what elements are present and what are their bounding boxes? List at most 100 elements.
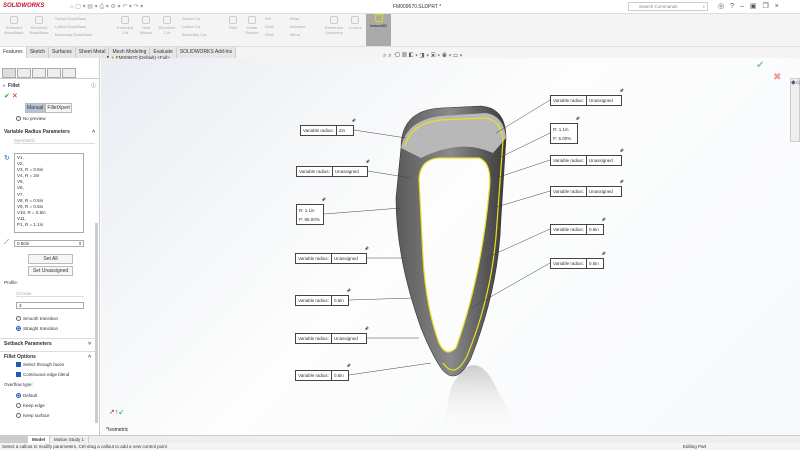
help-icon[interactable]: ⓘ xyxy=(91,82,96,89)
keep-edge-radio[interactable] xyxy=(16,403,21,408)
variable-radius-callout[interactable]: Variable radius: 2in xyxy=(300,125,354,136)
radius-input[interactable]: 0.50in ⇕ xyxy=(14,240,84,247)
pin-icon[interactable]: 📌 xyxy=(575,116,580,121)
variable-radius-section-header[interactable]: Variable Radius Parameters ˄ xyxy=(0,127,99,137)
instant3d-button[interactable]: Instant3D xyxy=(366,14,391,46)
panel-scrollbar[interactable] xyxy=(95,223,98,423)
reference-geometry-button[interactable]: Reference Geometry xyxy=(322,16,346,35)
variable-radius-callout[interactable]: Variable radius: Unassigned xyxy=(296,166,368,177)
smooth-transition-radio[interactable] xyxy=(16,316,21,321)
instances-input[interactable]: 3 xyxy=(16,302,84,309)
filletxpert-tab[interactable]: FilletXpert xyxy=(45,103,72,113)
revolved-cut-button[interactable]: Revolved Cut xyxy=(157,16,177,35)
callout-radius: R: 1.1in xyxy=(299,208,315,213)
callout-value[interactable]: Unassigned xyxy=(587,96,615,105)
display-manager-tab[interactable] xyxy=(62,68,76,78)
fillet-options-section-header[interactable]: Fillet Options ˄ xyxy=(0,351,95,362)
vertex-list-item[interactable]: P1, R = 1.1in xyxy=(17,222,81,228)
variable-radius-callout[interactable]: Variable radius: Unassigned xyxy=(550,186,622,197)
keep-surface-radio[interactable] xyxy=(16,413,21,418)
tab-sheet-metal[interactable]: Sheet Metal xyxy=(75,47,110,58)
pin-icon[interactable]: 📌 xyxy=(351,118,356,123)
straight-transition-radio[interactable] xyxy=(16,326,21,331)
callout-value[interactable]: Unassigned xyxy=(587,187,615,196)
variable-radius-callout[interactable]: Variable radius: Unassigned xyxy=(295,333,367,344)
pin-icon[interactable]: 📌 xyxy=(619,88,624,93)
set-unassigned-button[interactable]: Set Unassigned xyxy=(28,266,73,276)
window-controls[interactable]: ◎?–▣❐× xyxy=(718,2,785,10)
tab-motion-study[interactable]: Motion Study 1 xyxy=(49,436,90,443)
extruded-boss-button[interactable]: Extruded Boss/Base xyxy=(3,16,25,35)
pin-icon[interactable]: 📌 xyxy=(364,326,369,331)
select-through-faces-checkbox[interactable] xyxy=(16,362,21,367)
pin-icon[interactable]: 📌 xyxy=(365,159,370,164)
callout-value[interactable]: 0.5in xyxy=(587,225,601,234)
pin-icon[interactable]: 📌 xyxy=(619,148,624,153)
callout-value[interactable]: Unassigned xyxy=(587,156,615,165)
callout-radius: R: 1.1in xyxy=(553,127,569,132)
continuous-edge-blend-checkbox[interactable] xyxy=(16,372,21,377)
tab-surfaces[interactable]: Surfaces xyxy=(49,47,76,58)
graphics-viewport[interactable]: ▸ ● FM009670 (Default) <Full> ⌕⌕⟲▤◧▾◨▾▣▾◉▾… xyxy=(101,53,800,435)
callout-value[interactable]: Unassigned xyxy=(333,167,361,176)
pin-icon[interactable]: 📌 xyxy=(619,179,624,184)
default-radio[interactable] xyxy=(16,393,21,398)
callout-value[interactable]: 0.5in xyxy=(332,371,346,380)
tab-sketch[interactable]: Sketch xyxy=(26,47,50,58)
callout-value[interactable]: Unassigned xyxy=(332,254,360,263)
pin-icon[interactable]: 📌 xyxy=(601,217,606,222)
callout-value[interactable]: 0.5in xyxy=(332,296,346,305)
property-manager: ◐ Fillet ⓘ ✔ ✕ Manual FilletXpert No previe… xyxy=(0,58,100,435)
cancel-icon[interactable]: ✕ xyxy=(12,92,18,100)
control-point-callout[interactable]: R: 1.1in P: 5.00% xyxy=(550,123,578,144)
fillet-button[interactable]: Fillet xyxy=(225,16,241,30)
pin-icon[interactable]: 📌 xyxy=(601,251,606,256)
search-commands-input[interactable]: Search Commands ⌕ xyxy=(628,2,708,11)
document-title: FM009670.SLDPRT * xyxy=(393,4,442,10)
revolved-boss-button[interactable]: Revolved Boss/Base xyxy=(28,16,50,35)
ok-icon[interactable]: ✔ xyxy=(4,92,10,100)
tab-model[interactable]: Model xyxy=(28,436,49,443)
callout-value[interactable]: Unassigned xyxy=(332,334,360,343)
hole-wizard-button[interactable]: Hole Wizard xyxy=(136,16,156,35)
callout-value[interactable]: 2in xyxy=(337,126,347,135)
callout-label: Variable radius: xyxy=(296,296,332,305)
property-manager-tab[interactable] xyxy=(17,68,31,78)
feature-manager-tab[interactable] xyxy=(2,68,16,78)
variable-radius-callout[interactable]: Variable radius: 0.5in xyxy=(295,295,349,306)
set-all-button[interactable]: Set All xyxy=(28,254,73,264)
curves-button[interactable]: Curves xyxy=(347,16,363,30)
variable-radius-callout[interactable]: Variable radius: Unassigned xyxy=(550,95,622,106)
pin-icon[interactable]: 📌 xyxy=(346,363,351,368)
boss-list[interactable]: Swept Boss/Base Lofted Boss/Base Boundary … xyxy=(55,16,105,37)
configuration-manager-tab[interactable] xyxy=(32,68,46,78)
manual-tab[interactable]: Manual xyxy=(25,103,46,113)
pin-icon[interactable]: 📌 xyxy=(321,197,326,202)
variable-radius-callout[interactable]: Variable radius: Unassigned xyxy=(295,253,367,264)
callout-value[interactable]: 0.5in xyxy=(587,259,601,268)
tab-features[interactable]: Features xyxy=(0,47,27,58)
symmetric-dropdown[interactable]: Symmetric xyxy=(14,138,95,144)
extruded-cut-button[interactable]: Extruded Cut xyxy=(115,16,135,35)
vertex-list[interactable]: V1, V2, V3, R = 0.5in V4, R = 2in V5, V6, V7, V… xyxy=(14,153,84,233)
callout-position: P: 5.00% xyxy=(553,136,572,141)
dimxpert-tab[interactable] xyxy=(47,68,61,78)
control-point-callout[interactable]: R: 1.1in P: 95.00% xyxy=(296,204,324,225)
cut-list[interactable]: Swept Cut Lofted Cut Boundary Cut xyxy=(182,16,222,37)
quick-access-toolbar[interactable]: ⌂ ▢ ▾ ▤ ▾ ⎙ ▾ ⚙ ▾ ↶ ▾ ↷ ▾ xyxy=(70,3,143,11)
keep-surface-label: Keep surface xyxy=(23,413,50,418)
rib-draft-shell[interactable]: Rib Draft Shell xyxy=(265,16,285,37)
radius-icon: ⟋ xyxy=(4,239,9,246)
profile-dropdown[interactable]: Circular xyxy=(16,291,84,297)
linear-pattern-button[interactable]: Linear Pattern xyxy=(242,16,262,35)
variable-radius-callout[interactable]: Variable radius: 0.5in xyxy=(550,258,604,269)
variable-radius-callout[interactable]: Variable radius: 0.5in xyxy=(550,224,604,235)
pin-icon[interactable]: 📌 xyxy=(346,288,351,293)
pin-icon[interactable]: 📌 xyxy=(364,246,369,251)
variable-radius-callout[interactable]: Variable radius: 0.5in xyxy=(295,370,349,381)
variable-radius-callout[interactable]: Variable radius: Unassigned xyxy=(550,155,622,166)
tab-addins[interactable]: SOLIDWORKS Add-Ins xyxy=(176,47,237,58)
no-preview-radio[interactable] xyxy=(16,116,21,121)
setback-section-header[interactable]: Setback Parameters ˅ xyxy=(0,338,95,349)
wrap-intersect-mirror[interactable]: Wrap Intersect Mirror xyxy=(290,16,315,37)
